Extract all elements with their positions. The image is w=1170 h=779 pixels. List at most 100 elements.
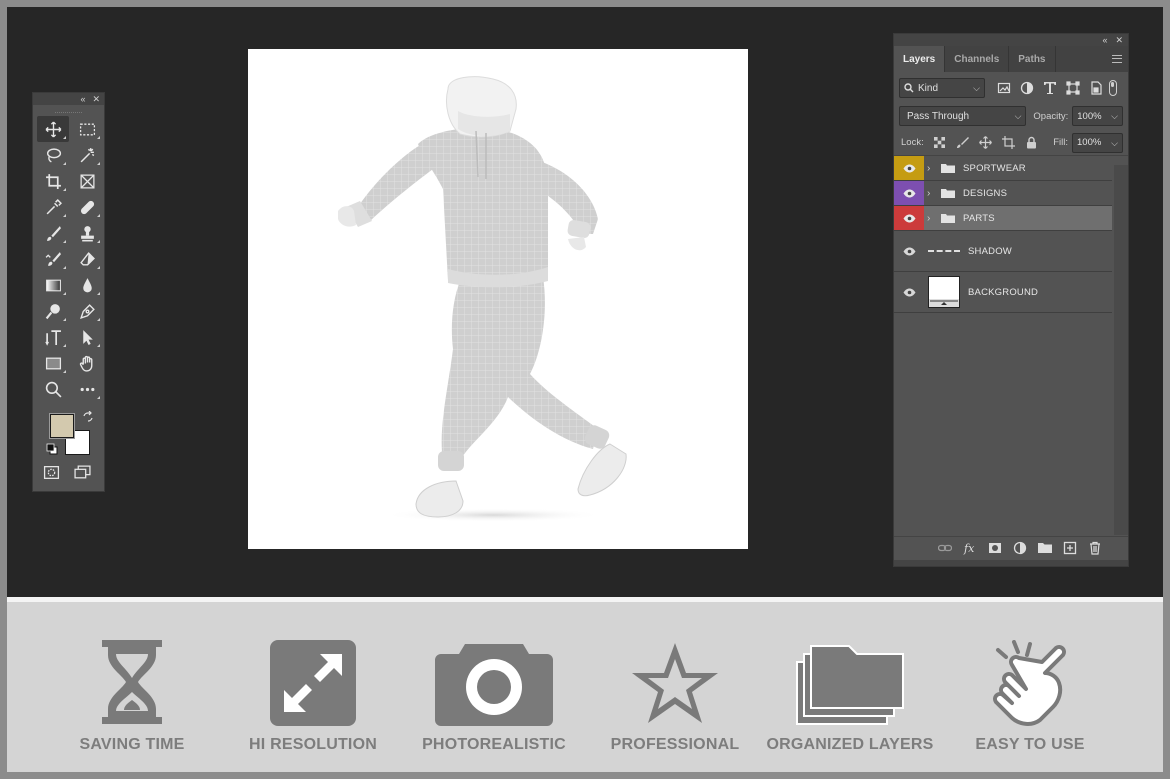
- panel-bottom-bar: [894, 560, 1128, 566]
- svg-text:fx: fx: [963, 542, 975, 555]
- quick-mask-icon[interactable]: [43, 464, 60, 481]
- swap-colors-icon[interactable]: [82, 411, 94, 423]
- tab-channels[interactable]: Channels: [945, 46, 1010, 72]
- expand-chevron-icon[interactable]: ›: [927, 213, 937, 224]
- pen-tool-icon[interactable]: [71, 298, 103, 324]
- folder-icon: [941, 189, 955, 198]
- feature-label: PHOTOREALISTIC: [422, 736, 566, 753]
- expand-chevron-icon[interactable]: ›: [927, 163, 937, 174]
- layer-name: SHADOW: [968, 245, 1012, 257]
- document-canvas[interactable]: [248, 49, 748, 549]
- eraser-icon[interactable]: [71, 246, 103, 272]
- new-group-icon[interactable]: [1038, 541, 1052, 555]
- path-selection-icon[interactable]: [71, 324, 103, 350]
- smart-object-filter-icon[interactable]: [1089, 81, 1103, 95]
- layers-footer: fx: [894, 536, 1128, 558]
- feature-organized-layers: ORGANIZED LAYERS: [760, 640, 940, 770]
- visibility-toggle[interactable]: [894, 231, 924, 271]
- search-icon: [904, 83, 914, 93]
- collapse-icon[interactable]: «: [1102, 35, 1107, 45]
- eye-icon: [903, 214, 915, 222]
- layers-panel-header: « ✕: [894, 34, 1128, 46]
- toolbox-grip[interactable]: [55, 105, 82, 113]
- close-icon[interactable]: ✕: [92, 94, 100, 104]
- feature-label: HI RESOLUTION: [249, 736, 377, 753]
- blend-row: Pass Through ⌵ Opacity: 100% ⌵: [894, 102, 1128, 130]
- lock-image-icon[interactable]: [956, 136, 969, 149]
- screen-mode-icon[interactable]: [74, 464, 91, 481]
- eyedropper-icon[interactable]: [37, 194, 69, 220]
- visibility-toggle[interactable]: [894, 206, 924, 230]
- pixel-filter-icon[interactable]: [997, 81, 1011, 95]
- layer-name: BACKGROUND: [968, 286, 1039, 298]
- chevron-down-icon[interactable]: ⌵: [1111, 138, 1118, 149]
- feature-easy-to-use: EASY TO USE: [940, 640, 1120, 770]
- marquee-tool-icon[interactable]: [71, 116, 103, 142]
- opacity-label: Opacity:: [1033, 110, 1069, 122]
- shape-filter-icon[interactable]: [1066, 81, 1080, 95]
- visibility-toggle[interactable]: [894, 272, 924, 312]
- close-icon[interactable]: ✕: [1115, 35, 1123, 46]
- lock-artboard-icon[interactable]: [1001, 136, 1015, 149]
- opacity-input[interactable]: 100% ⌵: [1072, 106, 1123, 126]
- feature-label: EASY TO USE: [975, 736, 1085, 753]
- filter-kind-select[interactable]: Kind ⌵: [899, 78, 985, 98]
- hourglass-icon: [102, 640, 162, 724]
- magic-wand-icon[interactable]: [71, 142, 103, 168]
- zoom-tool-icon[interactable]: [37, 376, 69, 402]
- layer-row-parts[interactable]: › PARTS: [894, 206, 1112, 231]
- tab-layers[interactable]: Layers: [894, 46, 946, 72]
- type-filter-icon[interactable]: [1043, 81, 1057, 95]
- panel-menu-icon[interactable]: [1112, 55, 1122, 63]
- move-tool-icon[interactable]: [37, 116, 69, 142]
- brush-tool-icon[interactable]: [37, 220, 69, 246]
- new-layer-icon[interactable]: [1063, 541, 1077, 555]
- clone-stamp-icon[interactable]: [71, 220, 103, 246]
- visibility-toggle[interactable]: [894, 181, 924, 205]
- rectangle-tool-icon[interactable]: [37, 350, 69, 376]
- blend-mode-select[interactable]: Pass Through ⌵: [899, 106, 1027, 126]
- lock-transparent-icon[interactable]: [933, 136, 946, 149]
- tab-paths[interactable]: Paths: [1009, 46, 1056, 72]
- layers-panel: « ✕ Layers Channels Paths Kind ⌵ Pass Th…: [893, 33, 1129, 567]
- visibility-toggle[interactable]: [894, 156, 924, 180]
- lock-all-icon[interactable]: [1025, 136, 1038, 149]
- default-colors-icon[interactable]: [46, 443, 58, 455]
- add-mask-icon[interactable]: [988, 541, 1002, 555]
- fx-icon[interactable]: fx: [963, 541, 977, 555]
- lasso-tool-icon[interactable]: [37, 142, 69, 168]
- expand-chevron-icon[interactable]: ›: [927, 188, 937, 199]
- link-layers-icon[interactable]: [938, 541, 952, 555]
- collapse-icon[interactable]: «: [80, 94, 85, 104]
- layer-row-designs[interactable]: › DESIGNS: [894, 181, 1112, 206]
- crop-tool-icon[interactable]: [37, 168, 69, 194]
- filter-row: Kind ⌵: [894, 74, 1128, 102]
- type-tool-icon[interactable]: [37, 324, 69, 350]
- trash-icon[interactable]: [1088, 541, 1102, 555]
- gradient-tool-icon[interactable]: [37, 272, 69, 298]
- chevron-down-icon[interactable]: ⌵: [1111, 111, 1118, 122]
- blur-tool-icon[interactable]: [71, 272, 103, 298]
- filter-toggle[interactable]: [1109, 80, 1117, 96]
- layer-thumbnail: [928, 276, 960, 308]
- layer-name: DESIGNS: [963, 187, 1008, 199]
- feature-photorealistic: PHOTOREALISTIC: [404, 640, 584, 770]
- adjustment-filter-icon[interactable]: [1020, 81, 1034, 95]
- layer-row-sportwear[interactable]: › SPORTWEAR: [894, 156, 1112, 181]
- more-tools-icon[interactable]: [71, 376, 103, 402]
- hand-tool-icon[interactable]: [71, 350, 103, 376]
- toolbox-panel: « ✕: [32, 92, 105, 492]
- layer-row-background[interactable]: BACKGROUND: [894, 272, 1112, 313]
- foreground-color-swatch[interactable]: [49, 413, 75, 439]
- healing-brush-icon[interactable]: [71, 194, 103, 220]
- history-brush-icon[interactable]: [37, 246, 69, 272]
- eye-icon: [903, 247, 915, 255]
- frame-tool-icon[interactable]: [71, 168, 103, 194]
- lock-position-icon[interactable]: [978, 136, 992, 149]
- folder-icon: [941, 214, 955, 223]
- dodge-tool-icon[interactable]: [37, 298, 69, 324]
- adjustment-layer-icon[interactable]: [1013, 541, 1027, 555]
- fill-input[interactable]: 100% ⌵: [1072, 132, 1123, 153]
- layers-scrollbar[interactable]: [1114, 165, 1128, 535]
- layer-row-shadow[interactable]: SHADOW: [894, 231, 1112, 272]
